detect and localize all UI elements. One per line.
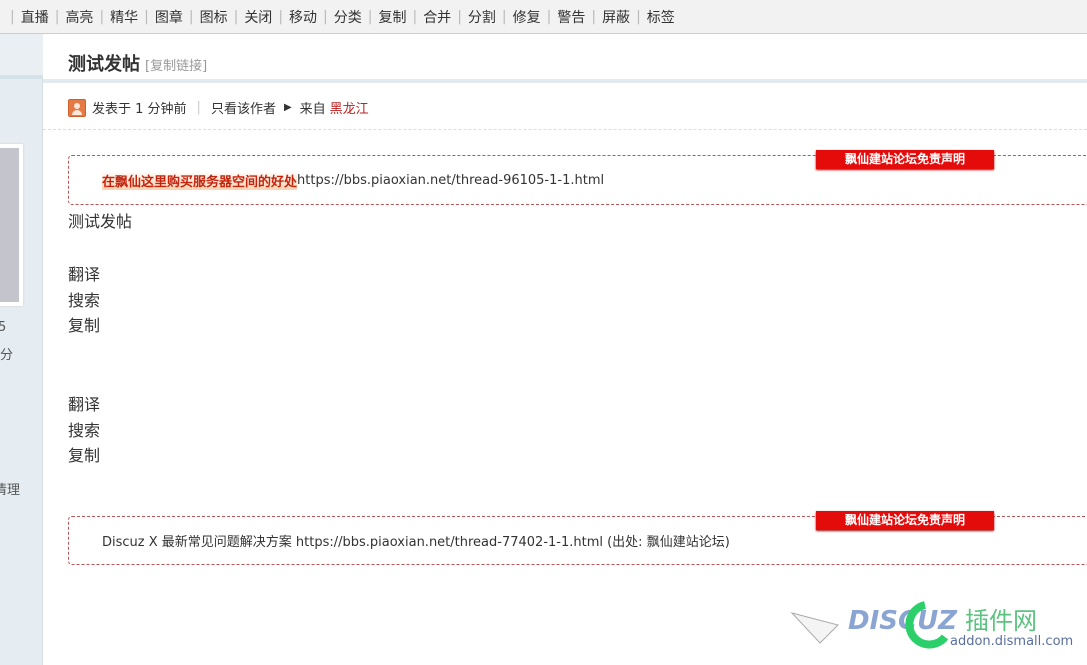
separator: | <box>99 8 105 25</box>
separator: | <box>457 8 462 25</box>
moderation-toolbar: | 直播 | 高亮 | 精华 | 图章 | 图标 | 关闭 | 移动 | 分类 | 复制 | 合并 | 分割 | 修复 | 警告 |… <box>0 0 1087 34</box>
toolbar-item[interactable]: 高亮 <box>65 7 93 27</box>
svg-text:插件网: 插件网 <box>965 607 1037 635</box>
divider <box>43 129 1087 130</box>
disclaimer-text: Discuz X 最新常见问题解决方案 https://bbs.piaoxian… <box>102 535 730 550</box>
toolbar-item[interactable]: 标签 <box>647 7 675 27</box>
disclaimer-box: 飘仙建站论坛免责声明 在飘仙这里购买服务器空间的好处 https://bbs.pi… <box>68 150 1087 205</box>
separator: | <box>501 8 507 25</box>
only-author-link[interactable]: 只看该作者 <box>211 98 276 117</box>
author-sidebar: 5 分 清理 <box>0 34 43 665</box>
promo-link[interactable]: 在飘仙这里购买服务器空间的好处 <box>102 170 298 190</box>
copy-link-button[interactable]: [复制链接] <box>145 55 207 74</box>
triangle-right-icon: ▶ <box>283 102 292 113</box>
toolbar-item[interactable]: 直播 <box>21 7 49 27</box>
sidebar-text: 分 <box>0 348 14 363</box>
post-meta: 发表于 1 分钟前 | 只看该作者 ▶ 来自 黑龙江 <box>68 98 369 117</box>
toolbar-item[interactable]: 图章 <box>155 7 183 27</box>
thread-title-row: 测试发帖 [复制链接] <box>68 50 207 76</box>
disclaimer-box: 飘仙建站论坛免责声明 Discuz X 最新常见问题解决方案 https://b… <box>68 511 1087 565</box>
location-link[interactable]: 黑龙江 <box>330 98 369 117</box>
sidebar-text: 5 <box>0 320 7 335</box>
body-line: 翻译 <box>68 265 101 284</box>
thread-link[interactable]: https://bbs.piaoxian.net/thread-96105-1-… <box>297 173 604 188</box>
separator: | <box>367 8 373 25</box>
sidebar-text: 清理 <box>0 483 21 498</box>
toolbar-item[interactable]: 关闭 <box>244 7 272 27</box>
watermark-logo: DISCUZ 插件网 addon.dismall.com <box>790 595 1080 655</box>
toolbar-item[interactable]: 复制 <box>378 7 406 27</box>
toolbar-item[interactable]: 精华 <box>110 7 138 27</box>
svg-text:DISCUZ: DISCUZ <box>848 606 958 636</box>
separator: | <box>636 8 641 25</box>
separator: | <box>144 8 149 25</box>
body-line: 搜索 <box>68 421 101 440</box>
body-line: 复制 <box>68 316 101 335</box>
separator: | <box>323 8 328 25</box>
disclaimer-badge[interactable]: 飘仙建站论坛免责声明 <box>816 511 994 530</box>
body-line: 搜索 <box>68 291 101 310</box>
toolbar-item[interactable]: 分类 <box>334 7 362 27</box>
page-title: 测试发帖 <box>68 54 140 75</box>
divider <box>43 79 1087 83</box>
from-label: 来自 <box>299 102 326 117</box>
sidebar-header <box>0 34 43 79</box>
separator: | <box>54 8 60 25</box>
separator: | <box>233 8 239 25</box>
toolbar-item[interactable]: 移动 <box>289 7 317 27</box>
body-line: 测试发帖 <box>68 212 133 231</box>
separator: | <box>10 8 15 25</box>
avatar[interactable] <box>0 144 23 306</box>
posted-time: 发表于 1 分钟前 <box>92 102 187 117</box>
separator: | <box>196 100 201 115</box>
user-icon <box>68 98 86 117</box>
disclaimer-badge[interactable]: 飘仙建站论坛免责声明 <box>816 150 994 169</box>
toolbar-item[interactable]: 合并 <box>423 7 451 27</box>
separator: | <box>546 8 552 25</box>
toolbar-item[interactable]: 图标 <box>200 7 228 27</box>
body-line: 复制 <box>68 446 101 465</box>
separator: | <box>412 8 418 25</box>
toolbar-item[interactable]: 屏蔽 <box>602 7 630 27</box>
svg-text:addon.dismall.com: addon.dismall.com <box>950 634 1073 649</box>
separator: | <box>591 8 597 25</box>
separator: | <box>188 8 194 25</box>
toolbar-item[interactable]: 警告 <box>557 7 585 27</box>
body-line: 翻译 <box>68 395 101 414</box>
toolbar-item[interactable]: 修复 <box>513 7 541 27</box>
separator: | <box>278 8 284 25</box>
toolbar-item[interactable]: 分割 <box>468 7 496 27</box>
